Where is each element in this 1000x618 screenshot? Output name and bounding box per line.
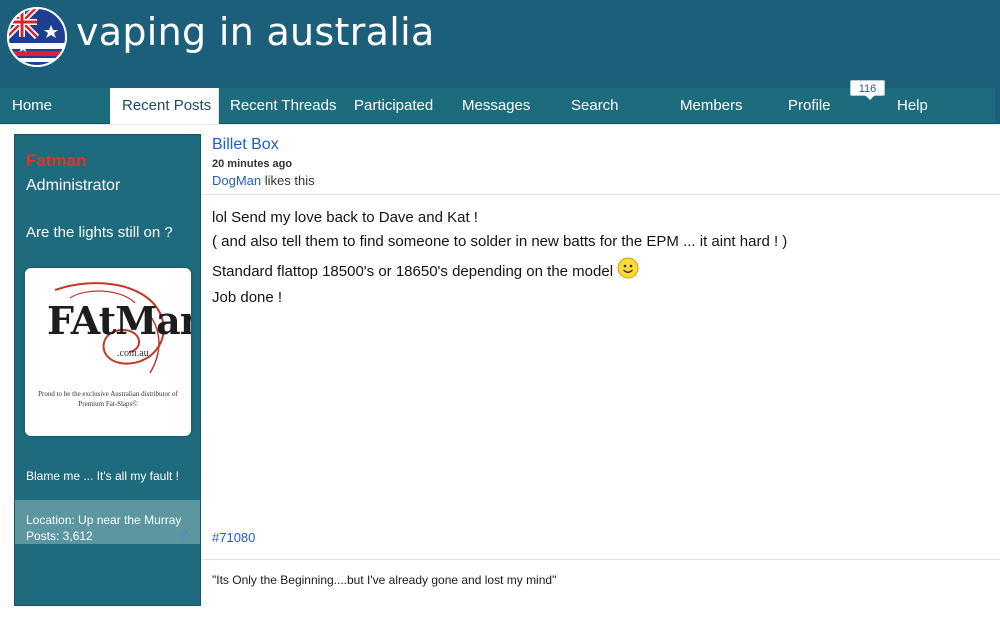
liker-link[interactable]: DogMan: [212, 173, 261, 188]
site-title[interactable]: vaping in australia: [76, 10, 435, 54]
post-permalink[interactable]: #71080: [212, 530, 255, 545]
user-title: Administrator: [26, 177, 121, 194]
user-info-panel: Fatman Administrator Are the lights stil…: [14, 134, 201, 606]
avatar[interactable]: FAtMan .com.au Proud to be the exclusive…: [25, 268, 191, 436]
user-location: Location: Up near the Murray: [26, 513, 182, 527]
male-symbol-icon: ♂: [179, 526, 190, 542]
post-timestamp[interactable]: 20 minutes ago: [212, 158, 292, 170]
post-body-text: Standard flattop 18500's or 18650's depe…: [212, 263, 614, 280]
nav-recent-threads[interactable]: Recent Threads: [218, 88, 343, 124]
avatar-note-text: Proud to be the exclusive Australian dis…: [38, 390, 178, 408]
user-custom-text: Blame me ... It's all my fault !: [26, 469, 179, 483]
username[interactable]: Fatman: [26, 151, 86, 171]
nav-tab-strip: Home Recent Posts Recent Threads Partici…: [0, 88, 995, 124]
nav-home[interactable]: Home: [0, 88, 110, 124]
profile-notification-badge[interactable]: 116: [850, 80, 885, 100]
likes-suffix: likes this: [261, 173, 315, 188]
post-container: Fatman Administrator Are the lights stil…: [0, 124, 1000, 618]
avatar-swirl-icon: [54, 282, 165, 374]
post-body-line: Standard flattop 18500's or 18650's depe…: [212, 257, 639, 280]
likes-summary: DogMan likes this: [212, 173, 315, 188]
avatar-domain-text: .com.au: [117, 348, 149, 359]
australian-flag-icon[interactable]: [7, 7, 67, 67]
post-body-line: lol Send my love back to Dave and Kat !: [212, 209, 478, 226]
signature-divider: [201, 559, 1000, 560]
header-divider: [201, 194, 1000, 195]
post-body-line: Job done !: [212, 289, 283, 306]
user-tagline: Are the lights still on ?: [26, 224, 173, 241]
nav-participated[interactable]: Participated: [342, 88, 450, 124]
nav-members[interactable]: Members: [668, 88, 776, 124]
thread-title-link[interactable]: Billet Box: [212, 136, 279, 154]
site-header: vaping in australia: [0, 0, 1000, 88]
post-body-line: ( and also tell them to find someone to …: [212, 233, 788, 250]
nav-search[interactable]: Search: [559, 88, 667, 124]
user-extra-info: Location: Up near the Murray Posts: 3,61…: [15, 500, 200, 544]
nav-recent-posts[interactable]: Recent Posts: [110, 88, 219, 124]
avatar-brand-text: FAtMan: [47, 298, 191, 343]
nav-messages[interactable]: Messages: [450, 88, 558, 124]
nav-help[interactable]: Help: [885, 88, 985, 124]
user-signature: "Its Only the Beginning....but I've alre…: [212, 573, 557, 587]
user-post-count: Posts: 3,612: [26, 529, 93, 543]
smiley-icon: [617, 257, 639, 279]
